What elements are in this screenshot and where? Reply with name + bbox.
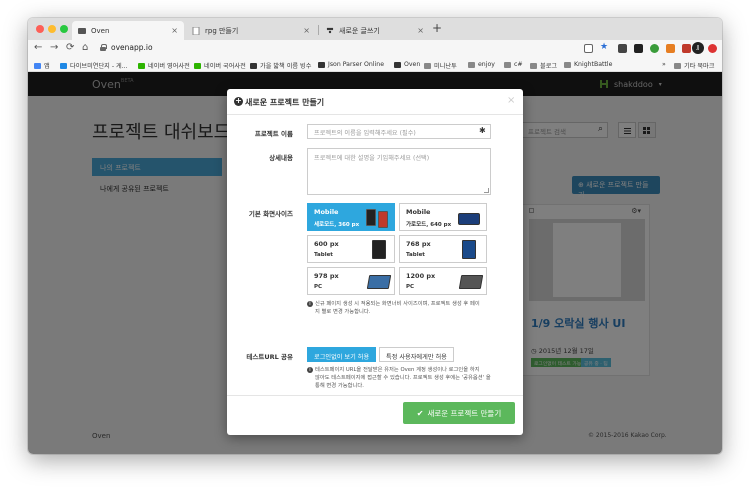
json-favicon-icon	[318, 61, 325, 68]
lock-icon	[100, 44, 107, 51]
project-name-input[interactable]: 프로젝트의 이름을 입력해주세요 (필수)	[307, 124, 491, 139]
description-label: 상세내용	[269, 154, 293, 162]
bookmark-folder[interactable]: KnightBattle	[564, 61, 612, 68]
bookmark-other-folder[interactable]: 기타 북마크	[674, 61, 714, 70]
size-option-600[interactable]: 600 px Tablet	[307, 235, 395, 263]
resize-handle-icon[interactable]	[484, 188, 489, 193]
info-icon: i	[307, 301, 313, 307]
create-project-button[interactable]: ✔ 새로운 프로젝트 만들기	[403, 402, 515, 424]
oven-favicon-icon	[78, 27, 86, 35]
tab-strip: Oven × rpg 만들기 × 새로운 글쓰기 × +	[28, 18, 722, 40]
new-project-modal: + 새로운 프로젝트 만들기 × 프로젝트 이름 프로젝트의 이름을 입력해주세…	[227, 89, 523, 435]
bookmark-star-icon[interactable]: ★	[600, 42, 608, 52]
bookmark-folder[interactable]: 블로그	[530, 61, 557, 70]
tab-label: rpg 만들기	[205, 26, 239, 35]
close-window-button[interactable]	[36, 25, 44, 33]
browser-window: Oven × rpg 만들기 × 새로운 글쓰기 × + ← → ⟳ ⌂ ove…	[28, 18, 722, 454]
tab-oven[interactable]: Oven ×	[72, 21, 184, 40]
tistory-favicon-icon	[326, 27, 334, 35]
size-option-mobile-landscape[interactable]: Mobile 가로모드, 640 px	[399, 203, 487, 231]
phone-icon	[378, 211, 388, 228]
size-option-1200[interactable]: 1200 px PC	[399, 267, 487, 295]
laptop-icon	[458, 275, 484, 289]
bookmark-apps[interactable]: 앱	[34, 61, 50, 70]
share-option-no-login[interactable]: 로그인없이 보기 허용	[307, 347, 377, 362]
bookmark-item[interactable]: Oven	[394, 61, 420, 68]
laptop-icon	[366, 275, 392, 289]
description-textarea[interactable]: 프로젝트에 대한 설명을 기입해주세요 (선택)	[307, 148, 491, 195]
info-icon: i	[307, 367, 313, 373]
forward-icon[interactable]: →	[50, 42, 58, 53]
folder-icon	[674, 62, 681, 69]
document-favicon-icon	[192, 26, 200, 35]
tistory-favicon-icon	[250, 62, 257, 69]
folder-icon	[530, 62, 537, 69]
oven-favicon-icon	[394, 61, 401, 68]
phone-icon	[366, 209, 376, 226]
tab-label: Oven	[91, 26, 110, 35]
naver-favicon-icon	[138, 62, 145, 69]
tab-rpg[interactable]: rpg 만들기 ×	[186, 21, 316, 40]
share-label: 테스트URL 공유	[246, 353, 293, 361]
tab-new-post[interactable]: 새로운 글쓰기 ×	[320, 21, 430, 40]
project-name-label: 프로젝트 이름	[254, 130, 293, 138]
address-text: ovenapp.io	[111, 43, 153, 52]
required-icon: ✱	[479, 126, 486, 135]
close-icon[interactable]: ×	[507, 95, 515, 106]
tab-label: 새로운 글쓰기	[339, 26, 380, 35]
extension-3-icon[interactable]	[650, 44, 659, 53]
bookmark-item[interactable]: Json Parser Online	[318, 61, 384, 68]
bookmark-item[interactable]: 다이브미연단지 - 게...	[60, 61, 128, 70]
bookmark-folder[interactable]: 미니난투	[424, 61, 457, 70]
size-option-mobile-portrait[interactable]: Mobile 세로모드, 360 px	[307, 203, 395, 231]
tab-close-icon[interactable]: ×	[417, 26, 424, 35]
check-icon: ✔	[416, 408, 424, 418]
bookmark-item[interactable]: 가을 밟책 이름 빙수	[250, 61, 311, 70]
address-bar[interactable]: ovenapp.io	[100, 43, 153, 52]
extension-2-icon[interactable]	[634, 44, 643, 53]
browser-toolbar: ← → ⟳ ⌂ ovenapp.io ★ JJ	[28, 40, 722, 58]
share-option-specific-users[interactable]: 특정 사용자에게만 허용	[379, 347, 454, 362]
share-note: i 테스트페이지 URL을 전달받은 유저는 Oven 계정 생성이나 로그인을 …	[307, 366, 491, 390]
folder-icon	[564, 61, 571, 68]
extension-6-icon[interactable]	[708, 44, 717, 53]
reload-icon[interactable]: ⟳	[66, 42, 74, 53]
minimize-window-button[interactable]	[48, 25, 56, 33]
maximize-window-button[interactable]	[60, 25, 68, 33]
size-note: i 신규 페이지 생성 시 적용되는 화면너비 사이즈이며, 프로젝트 생성 후 …	[307, 300, 480, 316]
tablet-icon	[462, 240, 476, 259]
back-icon[interactable]: ←	[34, 42, 42, 53]
tablet-icon	[372, 240, 386, 259]
folder-icon	[468, 61, 475, 68]
bookmarks-bar: 앱 다이브미연단지 - 게... 네이버 영어사전 네이버 국어사전 가을 밟책…	[28, 58, 722, 72]
tab-close-icon[interactable]: ×	[171, 26, 178, 35]
tab-close-icon[interactable]: ×	[303, 26, 310, 35]
bookmark-folder[interactable]: c#	[504, 61, 523, 68]
folder-icon	[504, 61, 511, 68]
cast-icon[interactable]	[584, 44, 593, 53]
new-tab-button[interactable]: +	[432, 21, 442, 35]
home-icon[interactable]: ⌂	[82, 42, 88, 53]
screen-size-label: 기본 화면사이즈	[248, 210, 293, 218]
naver-favicon-icon	[194, 62, 201, 69]
extension-1-icon[interactable]	[618, 44, 627, 53]
plus-circle-icon: +	[234, 96, 243, 106]
bookmarks-more-button[interactable]: »	[662, 61, 666, 68]
profile-avatar[interactable]: JJ	[692, 42, 704, 54]
bookmark-folder[interactable]: enjoy	[468, 61, 495, 68]
bookmark-item[interactable]: 네이버 국어사전	[194, 61, 246, 70]
site-favicon-icon	[60, 62, 67, 69]
phone-landscape-icon	[458, 213, 480, 225]
extension-4-icon[interactable]	[666, 44, 675, 53]
modal-title: 새로운 프로젝트 만들기	[245, 98, 325, 107]
apps-grid-icon	[34, 62, 41, 69]
size-option-978[interactable]: 978 px PC	[307, 267, 395, 295]
folder-icon	[424, 62, 431, 69]
size-option-768[interactable]: 768 px Tablet	[399, 235, 487, 263]
bookmark-item[interactable]: 네이버 영어사전	[138, 61, 190, 70]
modal-header: + 새로운 프로젝트 만들기 ×	[227, 89, 523, 115]
extension-5-icon[interactable]	[682, 44, 691, 53]
